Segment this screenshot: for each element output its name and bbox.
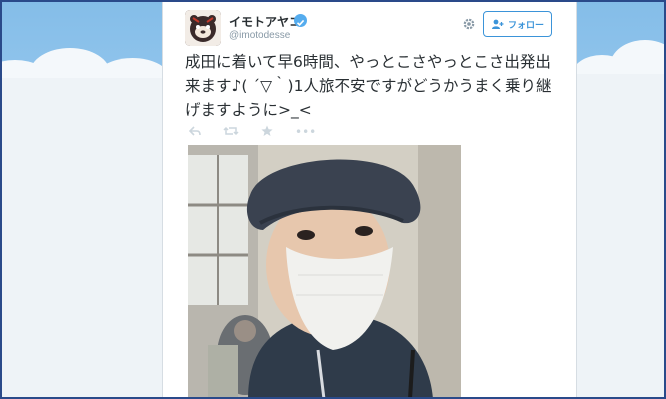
verified-badge-icon	[294, 14, 307, 27]
user-handle[interactable]: @imotodesse	[229, 30, 290, 41]
star-icon[interactable]	[261, 125, 273, 140]
tweet-photo[interactable]	[188, 145, 461, 399]
display-name[interactable]: イモトアヤコ	[229, 13, 301, 30]
gear-icon[interactable]	[462, 16, 476, 30]
photo-image	[188, 145, 461, 399]
cloud-right-body	[576, 74, 666, 399]
avatar-image	[185, 10, 221, 46]
avatar[interactable]	[185, 10, 221, 46]
reply-icon[interactable]	[188, 125, 201, 139]
follow-person-icon	[491, 19, 504, 29]
follow-label: フォロー	[507, 20, 544, 31]
tweet-card: イモトアヤコ @imotodesse フォロー 成田に着いて早6時間、やっとこさ…	[162, 0, 577, 399]
more-icon[interactable]: •••	[295, 125, 316, 139]
tweet-actions: •••	[188, 124, 316, 140]
follow-button[interactable]: フォロー	[483, 11, 552, 37]
tweet-text: 成田に着いて早6時間、やっとこさやっとこさ出発出来ます♪( ´▽｀)1人旅不安で…	[185, 53, 552, 119]
retweet-icon[interactable]	[223, 125, 239, 139]
cloud-left-body	[0, 78, 165, 399]
